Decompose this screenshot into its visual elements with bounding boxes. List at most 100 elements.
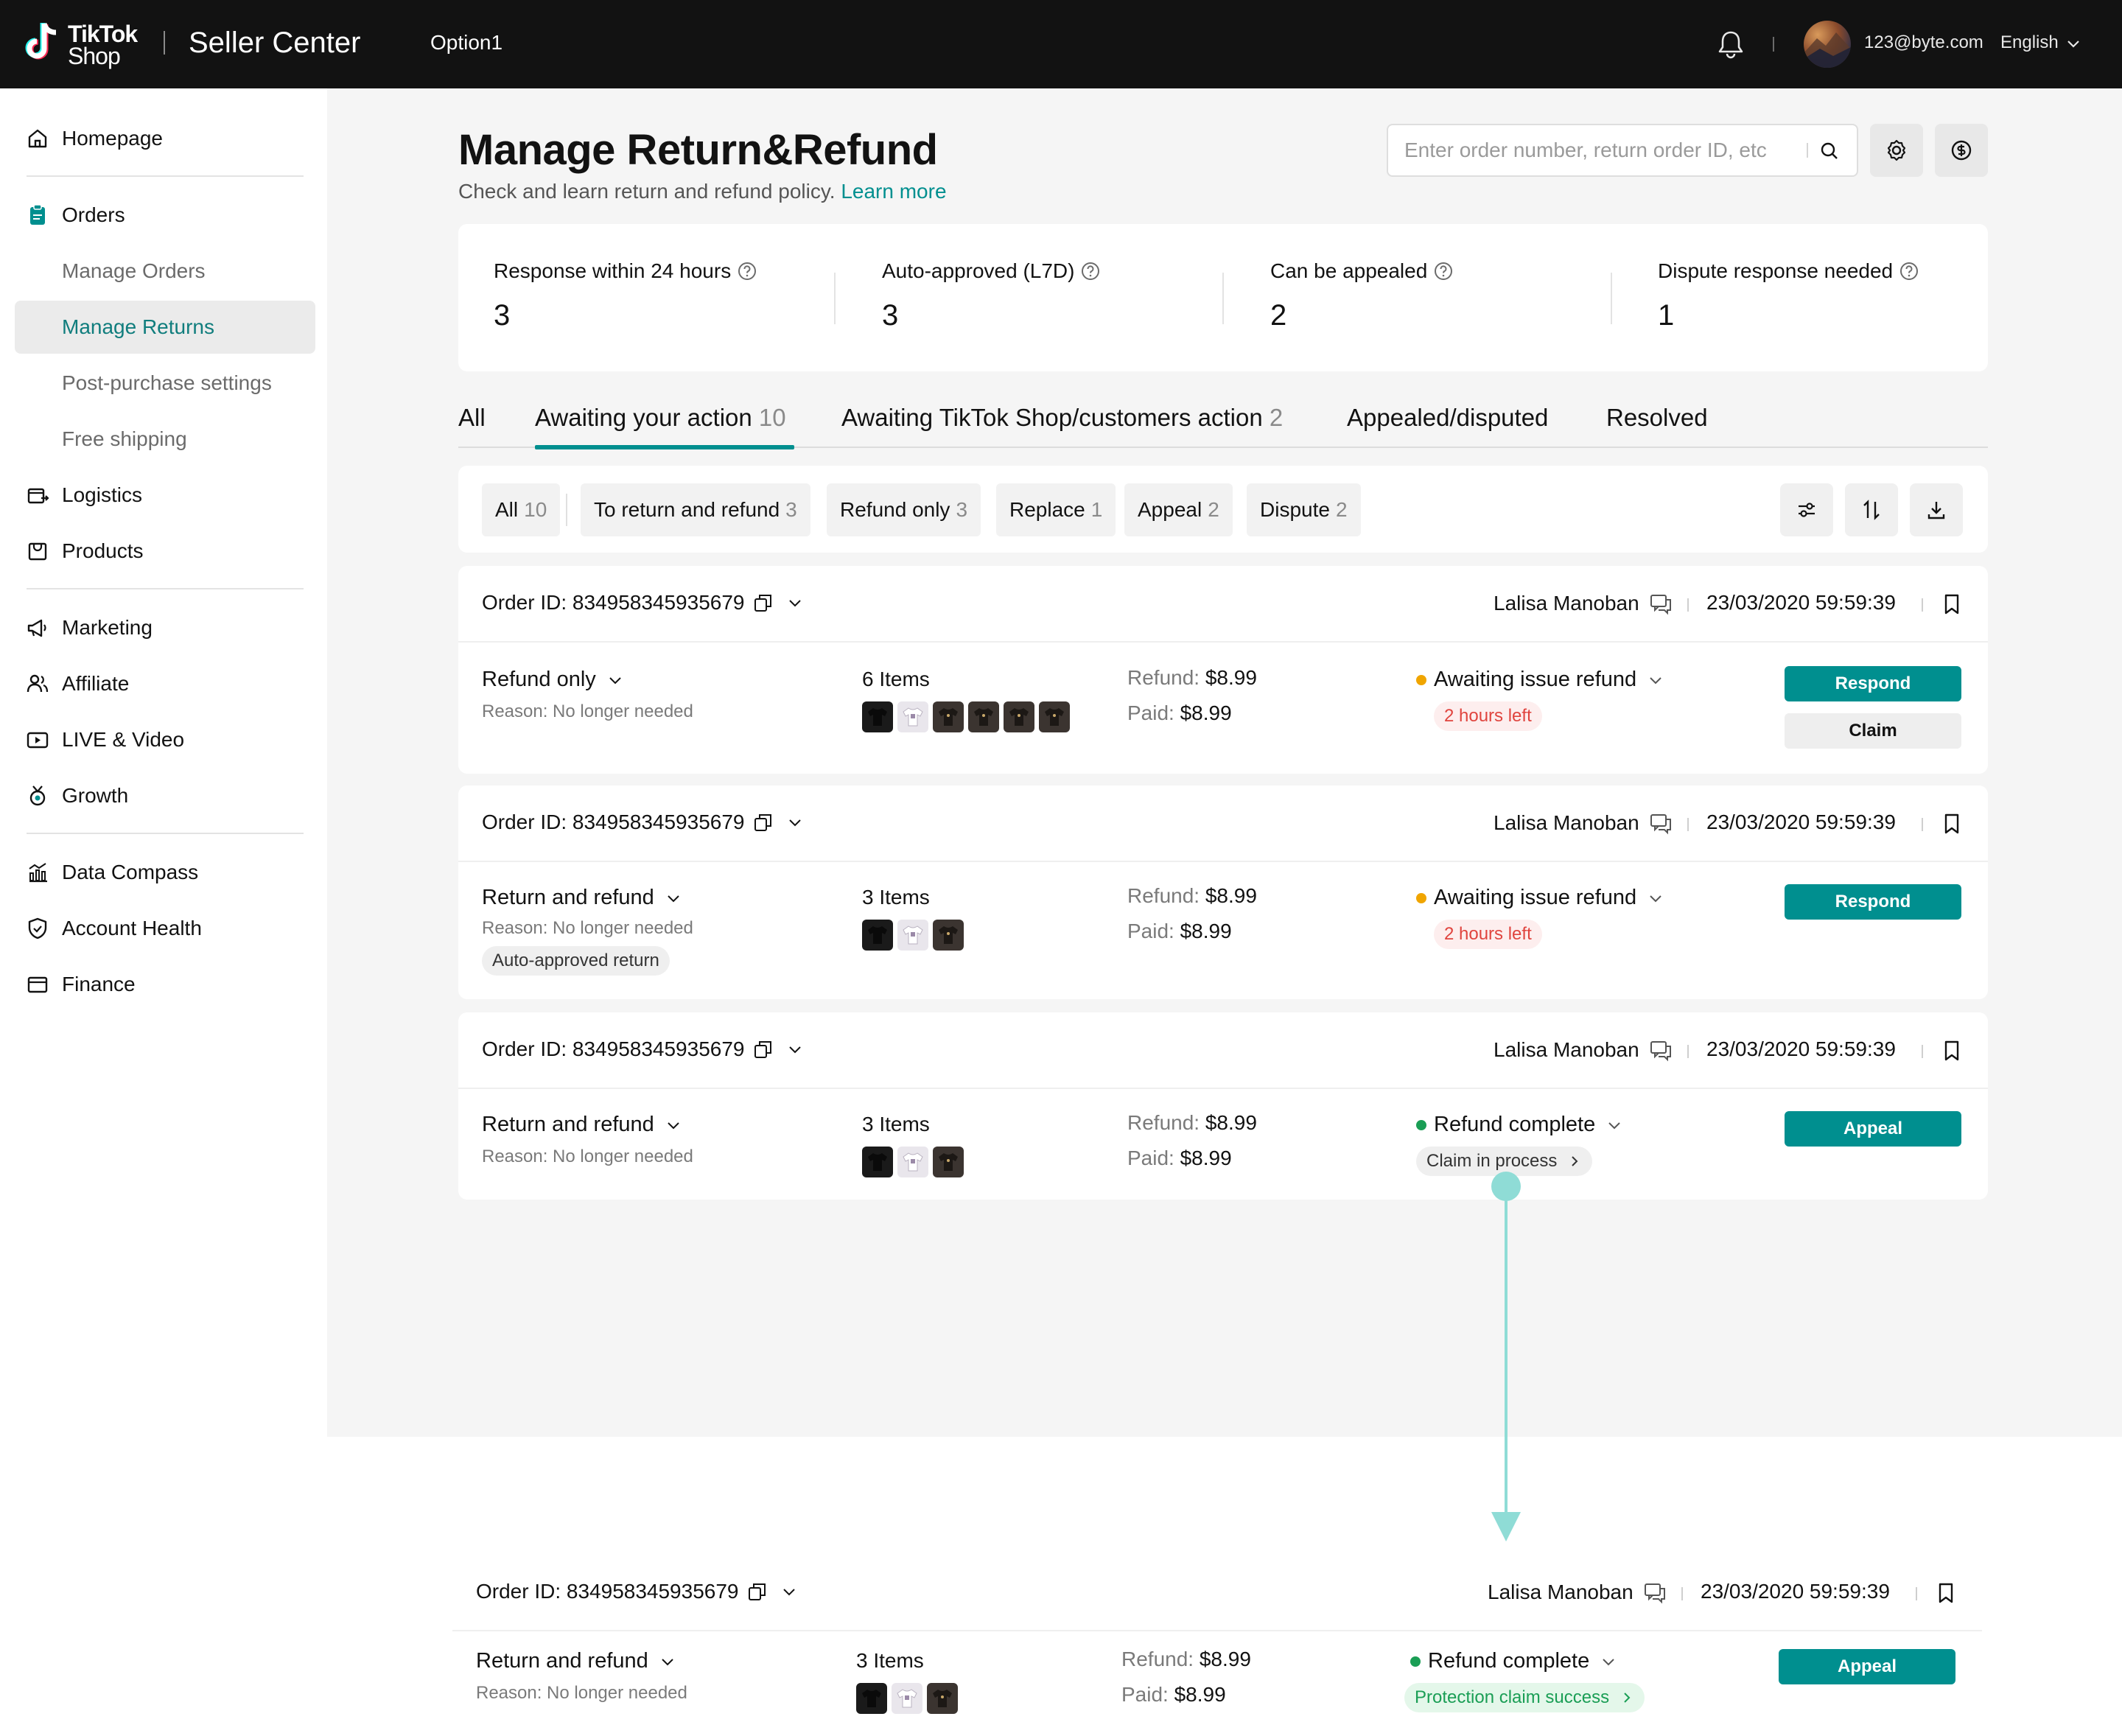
filter-chip-replace[interactable]: Replace 1 (996, 483, 1116, 536)
sidebar-item-manage-returns[interactable]: Manage Returns (15, 301, 315, 354)
sidebar-item-free-shipping[interactable]: Free shipping (15, 413, 315, 466)
sidebar-item-affiliate[interactable]: Affiliate (15, 657, 315, 710)
copy-icon[interactable] (746, 1581, 768, 1603)
download-button[interactable] (1910, 483, 1963, 536)
stat-can-be-appealed[interactable]: Can be appealed 2 (1270, 259, 1454, 332)
settings-button[interactable] (1870, 124, 1923, 177)
bookmark-icon[interactable] (1941, 1039, 1963, 1063)
return-status-dropdown[interactable]: Refund complete (1416, 1113, 1623, 1137)
item-count[interactable]: 3 Items (862, 886, 930, 909)
item-count[interactable]: 6 Items (862, 668, 930, 691)
sidebar-item-manage-orders[interactable]: Manage Orders (15, 245, 315, 298)
customer-name[interactable]: Lalisa Manoban (1494, 811, 1673, 836)
filter-chip-all[interactable]: All 10 (482, 483, 561, 536)
tab-appealed-disputed[interactable]: Appealed/disputed (1347, 404, 1548, 432)
language-selector[interactable]: English (2000, 32, 2059, 53)
sidebar-item-products[interactable]: Products (15, 525, 315, 578)
stat-divider (1611, 273, 1612, 324)
return-type-dropdown[interactable]: Return and refund (482, 886, 682, 910)
chat-icon[interactable] (1642, 1580, 1667, 1605)
stat-auto-approved[interactable]: Auto-approved (L7D) 3 (882, 259, 1101, 332)
return-type-dropdown[interactable]: Refund only (482, 668, 624, 692)
item-thumbnails[interactable] (862, 1147, 968, 1177)
chat-icon[interactable] (1648, 811, 1673, 836)
chevron-down-icon[interactable] (2065, 35, 2081, 52)
customer-name[interactable]: Lalisa Manoban (1494, 591, 1673, 616)
status-text: Refund complete (1428, 1649, 1590, 1673)
chevron-down-icon[interactable] (786, 813, 804, 831)
customer-name[interactable]: Lalisa Manoban (1494, 1037, 1673, 1063)
chevron-down-icon[interactable] (786, 1040, 804, 1058)
respond-button[interactable]: Respond (1785, 884, 1961, 920)
refund-policy-button[interactable] (1935, 124, 1988, 177)
help-circle-icon[interactable] (1080, 261, 1101, 281)
filter-chip-refund-only[interactable]: Refund only 3 (827, 483, 981, 536)
chevron-down-icon (668, 895, 679, 902)
tab-resolved[interactable]: Resolved (1606, 404, 1708, 432)
claim-status-text: Protection claim success (1415, 1687, 1610, 1707)
tiktok-shop-logo[interactable]: TikTok Shop (22, 19, 147, 69)
header-divider (1687, 818, 1689, 831)
filter-settings-button[interactable] (1780, 483, 1833, 536)
learn-more-link[interactable]: Learn more (841, 180, 946, 203)
sidebar-item-logistics[interactable]: Logistics (15, 469, 315, 522)
sidebar-item-growth[interactable]: Growth (15, 769, 315, 822)
sidebar-item-marketing[interactable]: Marketing (15, 601, 315, 654)
sidebar-item-live-video[interactable]: LIVE & Video (15, 713, 315, 766)
filter-chip-appeal[interactable]: Appeal 2 (1124, 483, 1233, 536)
help-circle-icon[interactable] (1899, 261, 1919, 281)
sidebar-item-orders[interactable]: Orders (15, 189, 315, 242)
tab-awaiting-your-action[interactable]: Awaiting your action 10 (535, 404, 786, 432)
copy-icon[interactable] (752, 1038, 774, 1060)
notification-bell-icon[interactable] (1717, 29, 1745, 59)
respond-button[interactable]: Respond (1785, 666, 1961, 701)
item-count[interactable]: 3 Items (856, 1649, 924, 1673)
return-reason: Reason: No longer needed (482, 701, 693, 721)
option-menu[interactable]: Option1 (430, 31, 503, 55)
appeal-button[interactable]: Appeal (1779, 1649, 1955, 1684)
sort-button[interactable] (1845, 483, 1898, 536)
item-thumbnails[interactable] (862, 701, 1074, 732)
user-email[interactable]: 123@byte.com (1864, 32, 1983, 53)
chat-icon[interactable] (1648, 1037, 1673, 1063)
return-reason: Reason: No longer needed (482, 918, 693, 938)
search-input[interactable] (1404, 125, 1802, 175)
tab-all[interactable]: All (458, 404, 486, 432)
bookmark-icon[interactable] (1935, 1581, 1957, 1605)
filter-chip-return-and-refund[interactable]: To return and refund 3 (581, 483, 810, 536)
item-count[interactable]: 3 Items (862, 1113, 930, 1136)
claim-button[interactable]: Claim (1785, 713, 1961, 749)
stat-dispute-response[interactable]: Dispute response needed 1 (1658, 259, 1919, 332)
return-status-dropdown[interactable]: Awaiting issue refund (1416, 668, 1664, 692)
help-circle-icon[interactable] (737, 261, 757, 281)
user-avatar[interactable] (1804, 21, 1851, 68)
sidebar-item-homepage[interactable]: Homepage (15, 112, 315, 165)
chevron-down-icon[interactable] (780, 1583, 798, 1600)
return-type-dropdown[interactable]: Return and refund (482, 1113, 682, 1137)
sidebar-item-data-compass[interactable]: Data Compass (15, 846, 315, 899)
help-circle-icon[interactable] (1433, 261, 1454, 281)
return-status-dropdown[interactable]: Awaiting issue refund (1416, 886, 1664, 910)
sidebar-item-post-purchase-settings[interactable]: Post-purchase settings (15, 357, 315, 410)
return-status-dropdown[interactable]: Refund complete (1410, 1649, 1617, 1673)
order-card: Order ID: 834958345935679 Lalisa Manoban… (458, 566, 1988, 774)
bookmark-icon[interactable] (1941, 592, 1963, 616)
chat-icon[interactable] (1648, 591, 1673, 616)
appeal-button[interactable]: Appeal (1785, 1111, 1961, 1147)
return-type-dropdown[interactable]: Return and refund (476, 1649, 676, 1673)
chevron-down-icon[interactable] (786, 594, 804, 612)
stat-response-24h[interactable]: Response within 24 hours 3 (494, 259, 757, 332)
search-icon[interactable] (1818, 140, 1841, 162)
copy-icon[interactable] (752, 811, 774, 833)
item-thumbnails[interactable] (862, 920, 968, 951)
item-thumbnails[interactable] (856, 1683, 962, 1714)
filter-chip-dispute[interactable]: Dispute 2 (1247, 483, 1361, 536)
sidebar-item-finance[interactable]: Finance (15, 958, 315, 1011)
sidebar-item-account-health[interactable]: Account Health (15, 902, 315, 955)
customer-name[interactable]: Lalisa Manoban (1488, 1580, 1667, 1605)
order-search-box[interactable] (1387, 124, 1858, 177)
copy-icon[interactable] (752, 592, 774, 614)
bookmark-icon[interactable] (1941, 812, 1963, 836)
protection-claim-badge[interactable]: Protection claim success (1404, 1683, 1645, 1712)
tab-awaiting-tiktok-customers[interactable]: Awaiting TikTok Shop/customers action 2 (841, 404, 1283, 432)
